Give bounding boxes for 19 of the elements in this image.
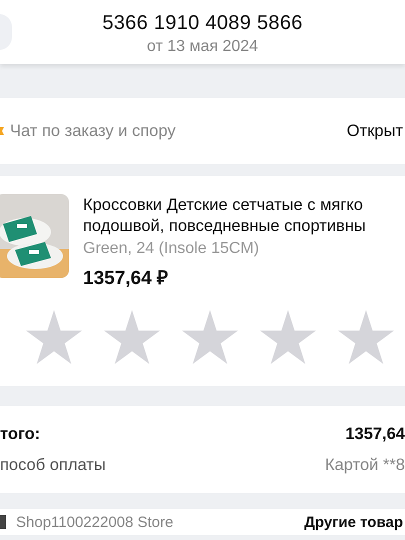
star-icon[interactable] — [104, 310, 160, 364]
payment-value: Картой **8 — [325, 456, 405, 475]
total-label: того: — [0, 425, 40, 444]
chat-label[interactable]: Чат по заказу и спору — [10, 122, 176, 140]
product-variant: Green, 24 (Insole 15CM) — [83, 240, 260, 258]
total-value: 1357,64 — [345, 425, 405, 444]
product-title[interactable]: подошвой, повседневные спортивны — [83, 216, 366, 237]
order-date: от 13 мая 2024 — [146, 38, 258, 56]
star-icon[interactable] — [260, 310, 316, 364]
product-title[interactable]: Кроссовки Детские сетчатые с мягко — [83, 195, 366, 216]
other-items-link[interactable]: Другие товар — [304, 514, 403, 530]
order-number: 5366 1910 4089 5866 — [102, 12, 303, 35]
product-price: 1357,64 ₽ — [83, 267, 169, 290]
star-icon[interactable] — [26, 310, 82, 364]
star-icon[interactable] — [182, 310, 238, 364]
star-icon[interactable] — [338, 310, 394, 364]
open-link[interactable]: Открыт — [346, 122, 403, 140]
payment-label: пособ оплаты — [0, 456, 106, 475]
shop-name[interactable]: Shop1100222008 Store — [16, 514, 174, 530]
